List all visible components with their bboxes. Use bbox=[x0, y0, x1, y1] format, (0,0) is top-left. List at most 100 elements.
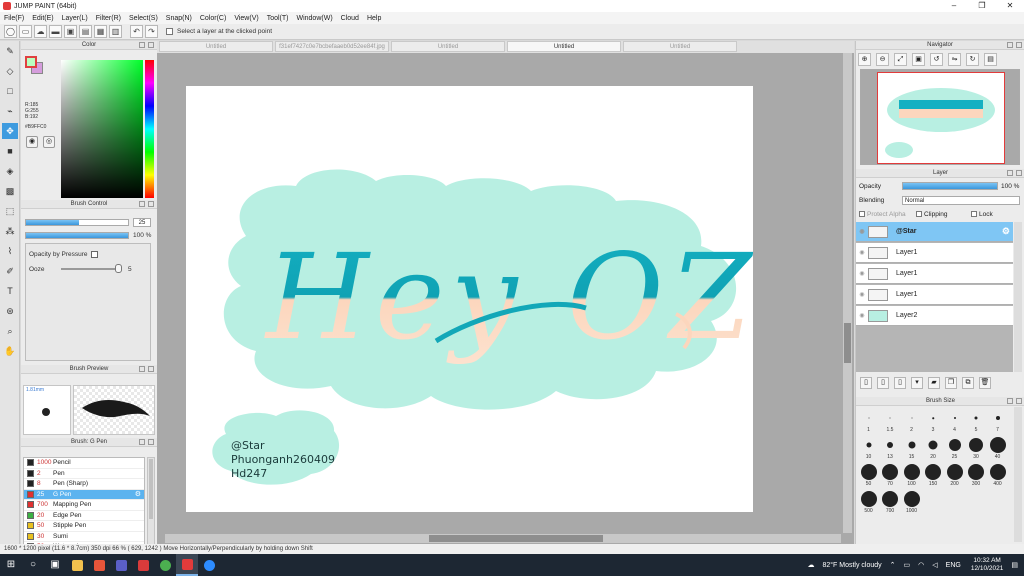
save-icon[interactable]: ▣ bbox=[64, 25, 77, 38]
brush-list-item[interactable]: 25 G Pen ⚙ bbox=[24, 489, 144, 500]
minimize-button[interactable]: – bbox=[940, 0, 968, 12]
brush-list-item[interactable]: 8 Pen (Sharp) bbox=[24, 479, 144, 490]
ooze-slider[interactable] bbox=[61, 268, 119, 270]
menu-tool[interactable]: Tool(T) bbox=[267, 15, 289, 22]
layer-item[interactable]: ◉ Layer1 bbox=[856, 264, 1013, 284]
foreground-color-swatch[interactable] bbox=[25, 56, 37, 68]
menu-snap[interactable]: Snap(N) bbox=[166, 15, 192, 22]
layer-blending-select[interactable]: Normal bbox=[902, 196, 1020, 205]
select-pen-tool-icon[interactable]: ⌇ bbox=[2, 243, 18, 259]
shape-tool-icon[interactable]: ■ bbox=[2, 143, 18, 159]
canvas-vertical-scrollbar[interactable] bbox=[843, 53, 852, 533]
rotate-left-icon[interactable]: ↺ bbox=[930, 53, 943, 66]
menu-window[interactable]: Window(W) bbox=[296, 15, 332, 22]
brush-size-slider[interactable] bbox=[25, 219, 129, 226]
clipping-option[interactable]: Clipping bbox=[916, 211, 948, 218]
magic-wand-tool-icon[interactable]: ⁂ bbox=[2, 223, 18, 239]
menu-filter[interactable]: Filter(R) bbox=[96, 15, 121, 22]
layer-visibility-icon[interactable]: ◉ bbox=[856, 249, 868, 256]
brush-size-option[interactable]: 25 bbox=[944, 436, 965, 462]
volume-icon[interactable]: ◁ bbox=[932, 561, 937, 569]
fill-tool-icon[interactable]: ◈ bbox=[2, 163, 18, 179]
doc-tab-5[interactable]: Untitled bbox=[623, 41, 737, 52]
red-app-icon[interactable] bbox=[132, 554, 154, 576]
brush-size-option[interactable]: 500 bbox=[858, 490, 879, 516]
flip-icon[interactable]: ⇋ bbox=[948, 53, 961, 66]
chrome-icon[interactable] bbox=[154, 554, 176, 576]
protect-alpha-checkbox[interactable] bbox=[859, 211, 865, 218]
layer-opacity-slider[interactable] bbox=[902, 182, 998, 190]
layer-list-scrollbar[interactable] bbox=[1014, 222, 1022, 372]
brush-size-option[interactable]: 30 bbox=[966, 436, 987, 462]
new-file-icon[interactable]: ◯ bbox=[4, 25, 17, 38]
maximize-button[interactable]: ❐ bbox=[968, 0, 996, 12]
panel-pin-icon[interactable] bbox=[139, 366, 145, 372]
protect-alpha-option[interactable]: Protect Alpha bbox=[859, 211, 906, 218]
menu-edit[interactable]: Edit(E) bbox=[32, 15, 53, 22]
panel-pin-icon[interactable] bbox=[1007, 170, 1013, 176]
brush-list-item[interactable]: 700 Mapping Pen bbox=[24, 500, 144, 511]
brush-size-option[interactable]: 40 bbox=[987, 436, 1008, 462]
search-icon[interactable]: ○ bbox=[22, 554, 44, 576]
brush-list-item[interactable]: 20 Edge Pen bbox=[24, 511, 144, 521]
close-button[interactable]: ✕ bbox=[996, 0, 1024, 12]
zoom-in-icon[interactable]: ⊕ bbox=[858, 53, 871, 66]
lasso-tool-icon[interactable]: ⌁ bbox=[2, 103, 18, 119]
lock-checkbox[interactable] bbox=[971, 211, 977, 218]
menu-file[interactable]: File(F) bbox=[4, 15, 24, 22]
brush-size-option[interactable]: 1000 bbox=[901, 490, 922, 516]
brush-tool-icon[interactable]: ✐ bbox=[2, 263, 18, 279]
cloud-icon[interactable]: ☁ bbox=[34, 25, 47, 38]
new-layer-icon[interactable]: ▯ bbox=[860, 377, 872, 389]
navigator-preview[interactable] bbox=[860, 69, 1020, 165]
panel-close-icon[interactable] bbox=[1016, 170, 1022, 176]
navigator-view-frame[interactable] bbox=[877, 72, 1005, 164]
operation-tool-icon[interactable]: ⊛ bbox=[2, 303, 18, 319]
brush-size-option[interactable]: 13 bbox=[880, 436, 901, 462]
menu-color[interactable]: Color(C) bbox=[200, 15, 226, 22]
eyedropper-tool-icon[interactable]: ⌕ bbox=[2, 323, 18, 339]
clipping-checkbox[interactable] bbox=[916, 211, 922, 218]
layer-visibility-icon[interactable]: ◉ bbox=[856, 270, 868, 277]
eraser-tool-icon[interactable]: ◇ bbox=[2, 63, 18, 79]
text-tool-icon[interactable]: T bbox=[2, 283, 18, 299]
panel-close-icon[interactable] bbox=[1016, 398, 1022, 404]
doc-tab-2[interactable]: f31ef7427c0e7bcbefaaeb0d52ee84f.jpg bbox=[275, 41, 389, 52]
delete-layer-icon[interactable]: 🗑 bbox=[979, 377, 991, 389]
menu-select[interactable]: Select(S) bbox=[129, 15, 158, 22]
layer-item[interactable]: ◉ Layer1 bbox=[856, 243, 1013, 263]
task-view-icon[interactable]: ▣ bbox=[44, 554, 66, 576]
tray-arrow-icon[interactable]: ⌃ bbox=[890, 561, 896, 569]
merge-layer-icon[interactable]: ⧉ bbox=[962, 377, 974, 389]
opacity-pressure-checkbox[interactable] bbox=[91, 251, 98, 258]
brush-size-option[interactable]: 20 bbox=[923, 436, 944, 462]
brush-size-option[interactable]: 3 bbox=[923, 409, 944, 435]
menu-help[interactable]: Help bbox=[367, 15, 381, 22]
panel-pin-icon[interactable] bbox=[139, 201, 145, 207]
brush-list-item[interactable]: 50 Stipple Pen bbox=[24, 521, 144, 532]
redo-icon[interactable]: ↷ bbox=[145, 25, 158, 38]
menu-layer[interactable]: Layer(L) bbox=[62, 15, 88, 22]
lock-option[interactable]: Lock bbox=[971, 211, 993, 218]
menu-cloud[interactable]: Cloud bbox=[341, 15, 359, 22]
canvas-horizontal-scrollbar[interactable] bbox=[165, 534, 841, 543]
reset-view-icon[interactable]: ▤ bbox=[984, 53, 997, 66]
brush-size-option[interactable]: 4 bbox=[944, 409, 965, 435]
menu-view[interactable]: View(V) bbox=[234, 15, 258, 22]
layer-visibility-icon[interactable]: ◉ bbox=[856, 291, 868, 298]
layer-item[interactable]: ◉ @Star ⚙ bbox=[856, 222, 1013, 242]
saturation-value-picker[interactable] bbox=[61, 60, 143, 198]
brush-size-value[interactable]: 25 bbox=[133, 218, 151, 227]
chat-icon[interactable]: ▬ bbox=[49, 25, 62, 38]
select-rect-tool-icon[interactable]: □ bbox=[2, 83, 18, 99]
brush-size-option[interactable]: 400 bbox=[987, 463, 1008, 489]
brush-size-option[interactable]: 5 bbox=[966, 409, 987, 435]
panel-close-icon[interactable] bbox=[148, 366, 154, 372]
brush-list-scrollbar[interactable] bbox=[147, 457, 155, 550]
actual-size-icon[interactable]: ▣ bbox=[912, 53, 925, 66]
new-layer-copy-icon[interactable]: ▯ bbox=[877, 377, 889, 389]
teams-icon[interactable] bbox=[110, 554, 132, 576]
brush-opacity-slider[interactable] bbox=[25, 232, 129, 239]
weather-text[interactable]: 82°F Mostly cloudy bbox=[822, 562, 881, 569]
language-indicator[interactable]: ENG bbox=[946, 562, 961, 569]
